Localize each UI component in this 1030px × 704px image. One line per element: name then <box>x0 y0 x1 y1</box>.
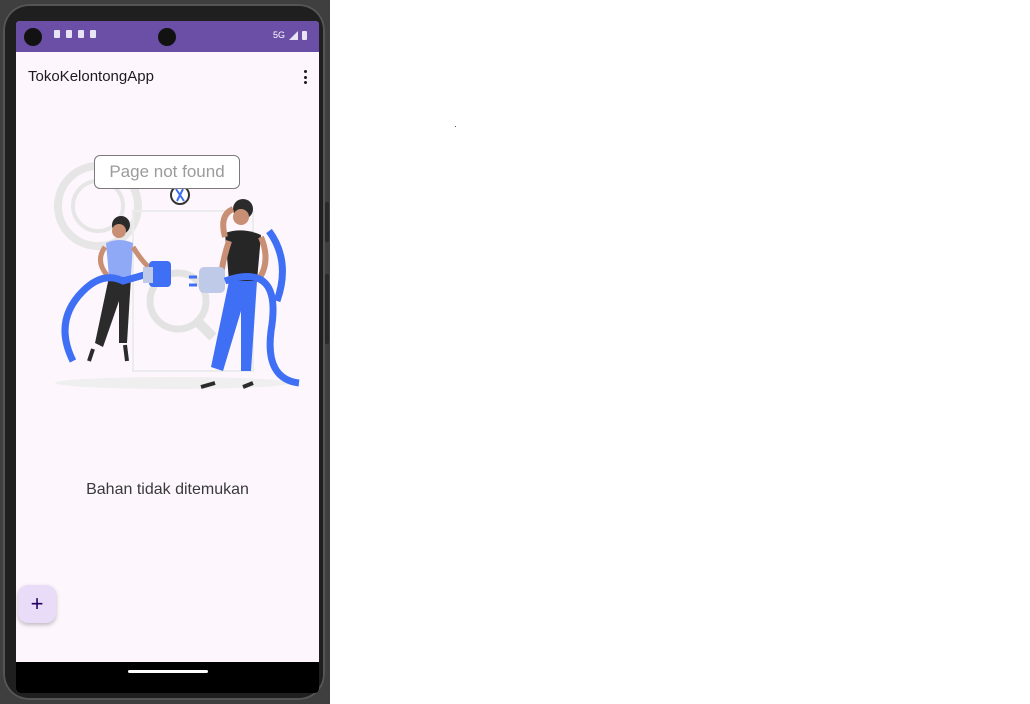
home-indicator[interactable] <box>128 670 208 673</box>
phone-frame: 5G TokoKelontongApp Page not found Bahan… <box>3 4 329 700</box>
sync-icon <box>90 30 96 38</box>
empty-state-message: Bahan tidak ditemukan <box>86 481 249 498</box>
page-not-found-callout: Page not found <box>94 155 240 189</box>
plus-icon: + <box>30 591 44 616</box>
camera-cutout-center <box>158 28 176 46</box>
device-screen: 5G TokoKelontongApp Page not found Bahan… <box>16 21 319 693</box>
sim-icon <box>78 30 84 38</box>
volume-button <box>325 202 329 242</box>
shield-icon <box>66 30 72 38</box>
power-button <box>325 274 329 344</box>
status-bar: 5G <box>16 21 319 52</box>
status-icons-right: 5G <box>273 30 307 40</box>
battery-icon <box>302 30 307 40</box>
top-app-bar: TokoKelontongApp <box>16 52 319 100</box>
add-button[interactable]: + <box>18 585 56 623</box>
status-icons-left <box>54 30 96 38</box>
network-label: 5G <box>272 30 285 40</box>
stray-pixel <box>455 126 456 127</box>
navigation-bar <box>16 662 319 693</box>
more-vert-icon[interactable] <box>303 70 307 84</box>
signal-icon <box>289 30 298 40</box>
app-title: TokoKelontongApp <box>28 68 154 85</box>
camera-cutout-left <box>24 28 42 46</box>
wifi-calling-icon <box>54 30 60 38</box>
